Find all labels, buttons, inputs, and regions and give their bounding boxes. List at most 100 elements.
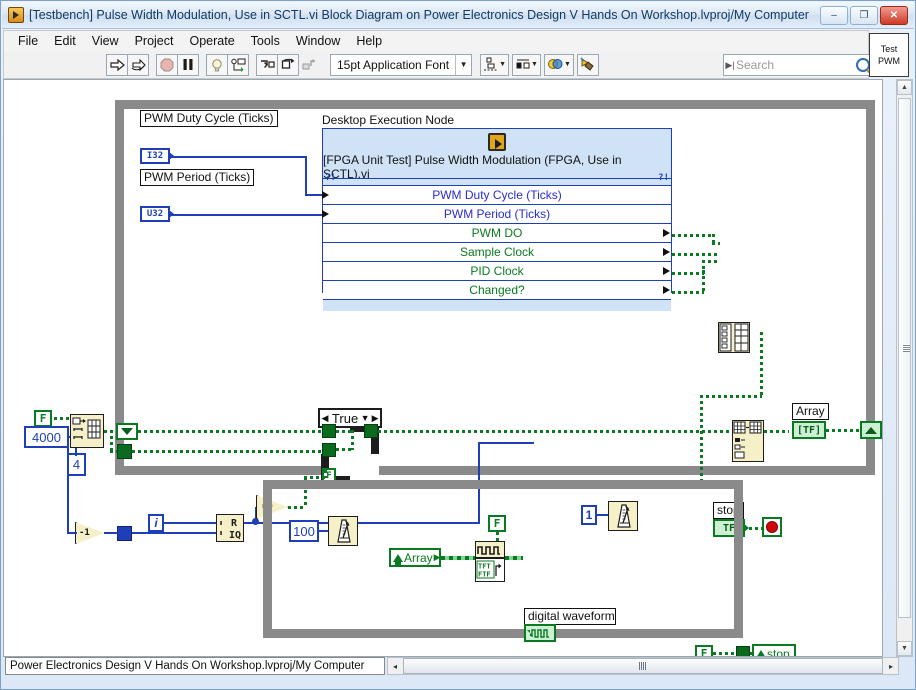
close-button[interactable]: ✕ xyxy=(880,5,908,25)
labview-block-diagram-window: [Testbench] Pulse Width Modulation, Use … xyxy=(0,0,916,690)
labview-vi-icon xyxy=(8,7,24,23)
step-out-icon[interactable] xyxy=(298,54,320,76)
negate-function[interactable]: -1 xyxy=(75,522,105,544)
vertical-scroll-thumb[interactable] xyxy=(898,98,911,618)
tf-array-node[interactable]: TFT FTF xyxy=(475,558,505,582)
menu-item-window[interactable]: Window xyxy=(288,33,348,49)
constant-4000[interactable]: 4000 xyxy=(24,426,69,448)
run-arrow-icon[interactable] xyxy=(106,53,128,76)
wire-array-to-tunnel xyxy=(826,429,860,432)
menu-item-tools[interactable]: Tools xyxy=(243,33,288,49)
case-tunnel-out[interactable] xyxy=(364,424,378,438)
case-tunnel-in-mid[interactable] xyxy=(322,443,336,457)
distribute-objects-button[interactable]: ▼ xyxy=(512,53,541,76)
test-pwm-button[interactable]: Test PWM xyxy=(869,33,909,77)
den-input-row-period[interactable]: PWM Period (Ticks) xyxy=(322,204,671,223)
desktop-execution-node[interactable]: [FPGA Unit Test] Pulse Width Modulation … xyxy=(322,128,672,311)
wire-4000-to-negate xyxy=(67,532,77,534)
magnifier-icon[interactable] xyxy=(856,58,870,72)
control-terminal-period[interactable]: U32 xyxy=(140,206,170,222)
abort-execution-icon[interactable] xyxy=(156,53,178,76)
false-constant-bottom[interactable]: F xyxy=(695,645,713,656)
wait-constant-100[interactable]: 100 xyxy=(289,520,319,542)
den-output-row-pidclock[interactable]: PID Clock xyxy=(323,261,671,280)
build-array-node-top[interactable] xyxy=(718,322,750,353)
clean-up-diagram-button[interactable] xyxy=(576,53,599,76)
stop-loop-condition-top[interactable] xyxy=(762,517,782,537)
step-into-icon[interactable] xyxy=(256,53,278,76)
case-tunnel-in-top[interactable] xyxy=(322,424,336,438)
scroll-grip-icon xyxy=(639,662,647,670)
scroll-grip-icon xyxy=(903,344,910,352)
menu-bar: File Edit View Project Operate Tools Win… xyxy=(3,30,869,51)
pwm-config-node[interactable] xyxy=(70,414,104,448)
scroll-right-arrow-icon[interactable]: ▸ xyxy=(884,658,898,674)
scroll-up-arrow-icon[interactable]: ▲ xyxy=(897,80,912,95)
boolean-array-to-digital-node[interactable] xyxy=(475,541,505,558)
den-output-label-pidclock: PID Clock xyxy=(470,264,524,278)
chevron-down-icon[interactable]: ▼ xyxy=(455,54,471,75)
align-objects-button[interactable]: ▼ xyxy=(480,53,510,76)
run-continuously-icon[interactable] xyxy=(127,53,149,76)
case-next-arrow-icon[interactable]: ▶ xyxy=(370,413,380,424)
den-output-row-pwmdo[interactable]: PWM DO xyxy=(323,223,671,242)
svg-text:R: R xyxy=(231,518,238,529)
control-label-period: PWM Period (Ticks) xyxy=(140,169,255,186)
menu-item-edit[interactable]: Edit xyxy=(46,33,84,49)
false-constant-bottom-convert[interactable]: F xyxy=(488,515,506,532)
vertical-scrollbar[interactable]: ▲ ▼ xyxy=(896,79,913,657)
indicator-terminal-array[interactable]: [TF] xyxy=(792,421,826,439)
den-marker-left: ?! xyxy=(325,173,336,183)
svg-text:TFT: TFT xyxy=(478,563,491,571)
horizontal-scroll-thumb[interactable] xyxy=(403,658,883,674)
pause-icon[interactable] xyxy=(177,53,199,76)
false-constant-top[interactable]: F xyxy=(34,410,52,427)
control-terminal-duty-cycle[interactable]: I32 xyxy=(140,148,170,164)
iteration-terminal-top[interactable]: i xyxy=(148,514,164,532)
chevron-down-icon[interactable]: ▼ xyxy=(360,413,370,423)
menu-item-project[interactable]: Project xyxy=(127,33,182,49)
reorder-button[interactable]: ▼ xyxy=(543,53,574,76)
menu-item-view[interactable]: View xyxy=(84,33,127,49)
constant-4[interactable]: 4 xyxy=(67,453,86,476)
den-output-row-sampleclock[interactable]: Sample Clock xyxy=(323,242,671,261)
wait-ms-node-bottom[interactable] xyxy=(328,516,358,546)
step-over-icon[interactable] xyxy=(277,53,299,76)
wire-pwmdo xyxy=(672,234,714,237)
shift-register-up-right[interactable] xyxy=(860,421,882,439)
tunnel-bottom-right[interactable] xyxy=(736,646,750,656)
indicator-label-array: Array xyxy=(792,403,829,420)
wire-4000-down xyxy=(67,436,69,533)
highlight-execution-icon[interactable] xyxy=(206,53,228,76)
window-title: [Testbench] Pulse Width Modulation, Use … xyxy=(29,8,809,22)
index-array-node[interactable] xyxy=(732,420,764,462)
wire-array-to-convert xyxy=(441,556,475,560)
retain-wire-values-icon[interactable] xyxy=(227,53,249,76)
tunnel-left-wall[interactable] xyxy=(117,444,132,459)
scroll-down-arrow-icon[interactable]: ▼ xyxy=(897,641,912,656)
font-selector[interactable]: 15pt Application Font ▼ xyxy=(330,53,473,76)
wire-sampleclock xyxy=(672,253,720,256)
scroll-left-arrow-icon[interactable]: ◂ xyxy=(388,658,402,674)
window-controls: – ❐ ✕ xyxy=(820,5,908,25)
minimize-button[interactable]: – xyxy=(820,5,848,25)
wire-duty-into-port xyxy=(305,194,323,196)
menu-item-operate[interactable]: Operate xyxy=(181,33,242,49)
den-output-row-changed[interactable]: Changed? xyxy=(323,280,671,299)
wire-stop-to-button xyxy=(749,527,762,530)
title-bar: [Testbench] Pulse Width Modulation, Use … xyxy=(2,2,914,29)
maximize-button[interactable]: ❐ xyxy=(850,5,878,25)
horizontal-scrollbar[interactable]: ◂ ▸ xyxy=(387,657,899,675)
block-diagram-canvas[interactable]: PWM Duty Cycle (Ticks) I32 PWM Period (T… xyxy=(3,79,883,657)
local-variable-stop-outside[interactable]: stop xyxy=(752,644,796,656)
menu-item-help[interactable]: Help xyxy=(348,33,390,49)
shift-register-down-left[interactable] xyxy=(116,423,138,440)
search-input[interactable]: ▶| Search xyxy=(723,54,875,76)
quotient-remainder-node[interactable]: R IQ xyxy=(216,514,244,542)
wire-changed-v xyxy=(702,270,705,293)
case-prev-arrow-icon[interactable]: ◀ xyxy=(320,413,330,424)
indicator-terminal-digital-waveform[interactable] xyxy=(524,624,556,642)
den-input-row-duty[interactable]: PWM Duty Cycle (Ticks) xyxy=(322,185,671,204)
menu-item-file[interactable]: File xyxy=(10,33,46,49)
local-variable-array[interactable]: Array ▶ xyxy=(389,548,441,567)
